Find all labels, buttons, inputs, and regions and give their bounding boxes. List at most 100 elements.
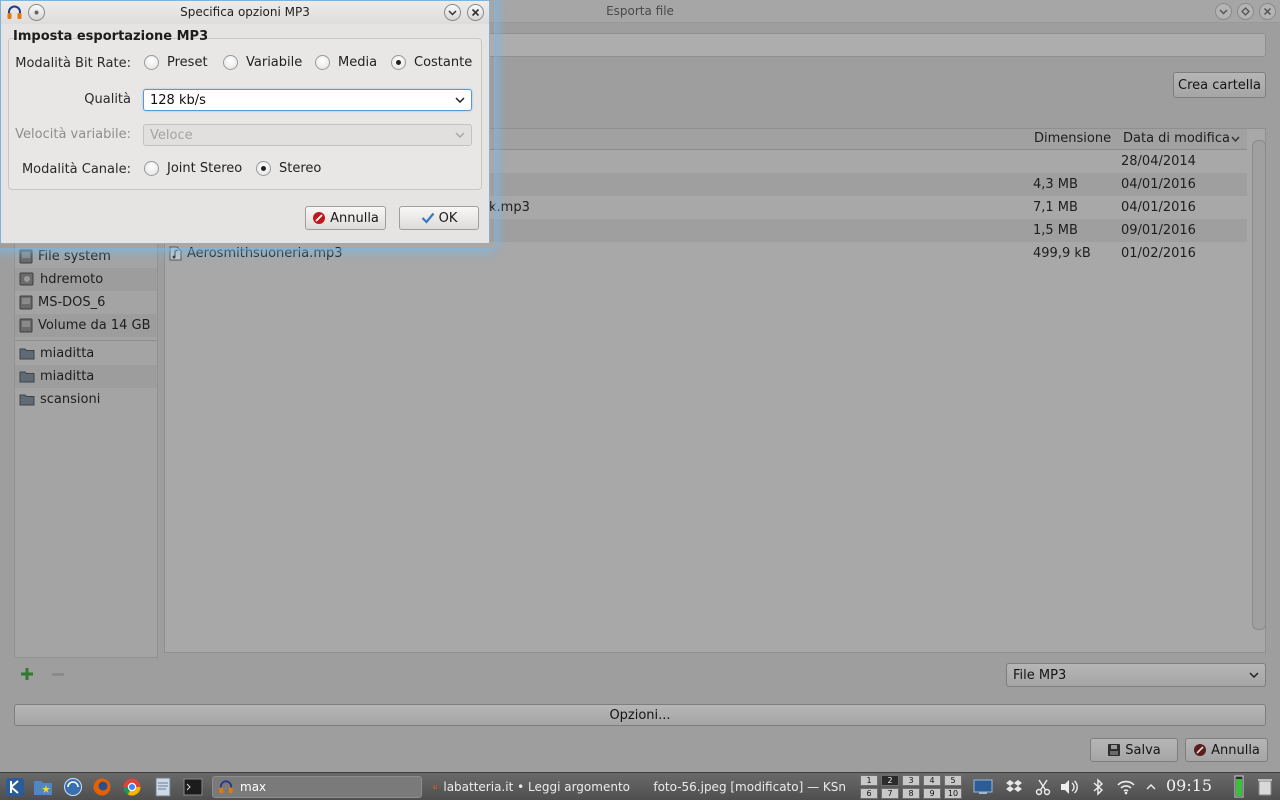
file-manager-launcher[interactable] [32, 777, 54, 797]
sort-chevron-icon [1231, 136, 1240, 142]
place-item[interactable]: scansioni [15, 388, 157, 411]
radio-indicator [315, 55, 330, 70]
location-field[interactable] [485, 33, 1266, 57]
save-button[interactable]: Salva [1090, 738, 1178, 762]
column-date-header[interactable]: Data di modifica [1123, 131, 1230, 146]
show-desktop-button[interactable] [972, 777, 994, 797]
wifi-tray-icon[interactable] [1115, 777, 1137, 797]
close-icon [471, 8, 480, 17]
add-place-button[interactable] [20, 667, 34, 681]
quality-select[interactable]: 128 kb/s [143, 89, 472, 111]
speaker-icon [1061, 780, 1078, 794]
place-item[interactable]: File system [15, 245, 157, 268]
bluetooth-tray-icon[interactable] [1087, 777, 1109, 797]
desktop-5[interactable]: 5 [944, 775, 962, 786]
maximize-button[interactable] [1237, 3, 1254, 20]
radio-label: Costante [414, 55, 473, 70]
file-type-filter-select[interactable]: File MP3 [1006, 663, 1266, 687]
bitrate-mode-label: Modalità Bit Rate: [15, 56, 131, 71]
radio-indicator-checked [391, 55, 406, 70]
place-item[interactable]: hdremoto [15, 268, 157, 291]
vertical-scrollbar[interactable] [1252, 140, 1266, 630]
desktop-6[interactable]: 6 [860, 788, 878, 799]
file-size: 1,5 MB [1033, 223, 1078, 238]
radio-variabile[interactable]: Variabile [223, 55, 302, 70]
close-window-button[interactable] [1259, 3, 1276, 20]
place-label: hdremoto [40, 272, 104, 287]
dropbox-tray-icon[interactable] [1003, 777, 1025, 797]
variable-speed-label: Velocità variabile: [15, 127, 131, 142]
globe-icon [64, 778, 82, 796]
place-item[interactable]: miaditta [15, 342, 157, 365]
radio-costante[interactable]: Costante [391, 55, 472, 70]
place-label: MS-DOS_6 [38, 295, 106, 310]
firefox-launcher[interactable] [91, 777, 113, 797]
volume-tray-icon[interactable] [1058, 777, 1080, 797]
minus-icon [52, 673, 64, 676]
radio-joint-stereo[interactable]: Joint Stereo [144, 161, 242, 176]
radio-label: Variabile [246, 55, 303, 70]
chrome-launcher[interactable] [121, 777, 143, 797]
desktop-7[interactable]: 7 [881, 788, 899, 799]
clock[interactable]: 09:15 [1166, 776, 1212, 795]
firefox-icon [93, 778, 111, 796]
remove-place-button[interactable] [52, 673, 64, 677]
create-folder-button[interactable]: Crea cartella [1173, 72, 1266, 98]
place-label: scansioni [40, 392, 101, 407]
file-date: 28/04/2014 [1121, 154, 1196, 169]
group-title: Imposta esportazione MP3 [13, 29, 209, 44]
cancel-button[interactable]: Annulla [1185, 738, 1268, 762]
place-item[interactable]: miaditta [15, 365, 157, 388]
file-name: k.mp3 [489, 200, 530, 215]
trash-icon-button[interactable] [1256, 776, 1274, 796]
desktop-10[interactable]: 10 [944, 788, 962, 799]
minimize-button[interactable] [1215, 3, 1232, 20]
place-label: miaditta [40, 369, 95, 384]
channel-mode-label: Modalità Canale: [21, 162, 131, 177]
radio-preset[interactable]: Preset [144, 55, 208, 70]
options-button[interactable]: Opzioni... [14, 704, 1266, 726]
radio-label: Stereo [279, 161, 322, 176]
desktop-4[interactable]: 4 [923, 775, 941, 786]
drive-icon [19, 249, 33, 264]
dialog-minimize-button[interactable] [444, 4, 461, 21]
file-size: 4,3 MB [1033, 177, 1078, 192]
plus-icon [21, 668, 33, 680]
folder-icon [19, 394, 35, 406]
radio-indicator [223, 55, 238, 70]
clipboard-tray-icon[interactable] [1032, 777, 1054, 797]
software-updater-launcher[interactable] [62, 777, 84, 797]
task-audacity[interactable]: max [212, 776, 422, 798]
document-viewer-launcher[interactable] [152, 777, 174, 797]
radio-stereo[interactable]: Stereo [256, 161, 321, 176]
battery-indicator[interactable] [1234, 774, 1244, 798]
task-label: foto-56.jpeg [modificato] — KSn [653, 780, 846, 794]
desktop-1[interactable]: 1 [860, 775, 878, 786]
folder-icon [19, 348, 35, 360]
radio-media[interactable]: Media [315, 55, 377, 70]
kde-logo-icon [6, 778, 24, 796]
trash-icon [1258, 779, 1272, 796]
folder-star-icon [34, 781, 52, 795]
wifi-icon [1117, 780, 1135, 795]
dialog-close-button[interactable] [467, 4, 484, 21]
radio-indicator [144, 55, 159, 70]
task-label: labatteria.it • Leggi argomento [443, 780, 630, 794]
desktop-3[interactable]: 3 [902, 775, 920, 786]
desktop-8[interactable]: 8 [902, 788, 920, 799]
radio-indicator-checked [256, 161, 271, 176]
task-ksnapshot[interactable]: foto-56.jpeg [modificato] — KSn [642, 776, 846, 798]
desktop-2[interactable]: 2 [881, 775, 899, 786]
dialog-ok-button[interactable]: OK [399, 206, 479, 230]
terminal-launcher[interactable] [182, 777, 204, 797]
tray-expand-button[interactable] [1140, 777, 1162, 797]
column-size-header[interactable]: Dimensione [1034, 131, 1111, 146]
place-item[interactable]: Volume da 14 GB [15, 314, 157, 337]
chevron-down-icon [455, 132, 465, 138]
place-item[interactable]: MS-DOS_6 [15, 291, 157, 314]
dialog-cancel-button[interactable]: Annulla [305, 206, 386, 230]
desktop-9[interactable]: 9 [923, 788, 941, 799]
application-launcher-button[interactable] [4, 777, 26, 797]
floppy-disk-icon [1108, 744, 1121, 756]
task-firefox[interactable]: labatteria.it • Leggi argomento [428, 776, 630, 798]
